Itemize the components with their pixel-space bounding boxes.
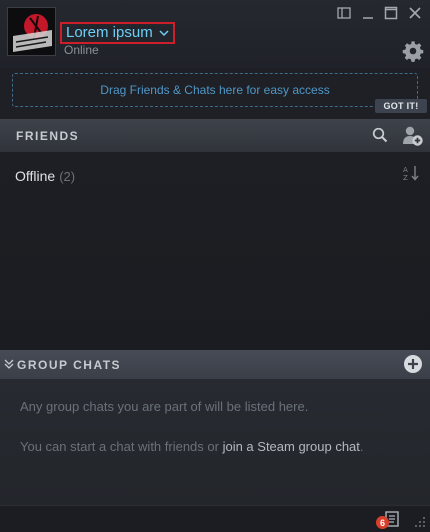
notification-count-badge[interactable]: 6 [376,516,389,529]
group-chats-empty-text: Any group chats you are part of will be … [20,399,309,414]
avatar-logo-image [8,8,55,55]
online-status: Online [64,43,99,57]
group-chats-hint: You can start a chat with friends or joi… [20,437,390,457]
hint-prefix: You can start a chat with friends or [20,439,223,454]
svg-text:Z: Z [403,174,408,182]
add-group-chat-icon[interactable] [403,354,423,374]
favorites-dropzone[interactable]: Drag Friends & Chats here for easy acces… [12,73,418,107]
group-chats-list: Any group chats you are part of will be … [0,379,430,505]
join-group-chat-link[interactable]: join a Steam group chat [223,439,360,454]
gear-icon[interactable] [402,40,424,62]
got-it-button[interactable]: GOT IT! [375,99,427,113]
offline-count: (2) [59,169,76,184]
maximize-icon[interactable] [383,5,399,21]
username-dropdown[interactable]: Lorem ipsum [60,22,175,44]
sort-icon[interactable]: A Z [402,164,422,182]
hint-suffix: . [359,439,364,454]
group-chats-section-header[interactable]: GROUP CHATS [0,350,430,379]
friends-section-header: FRIENDS [0,119,430,152]
chevron-down-icon [159,30,169,37]
search-icon[interactable] [372,127,388,143]
offline-group-header[interactable]: Offline (2) [15,168,75,184]
offline-label: Offline [15,168,56,184]
close-icon[interactable] [407,5,423,21]
friends-list: Offline (2) A Z [0,152,430,350]
add-friend-icon[interactable] [402,125,424,147]
friends-title: FRIENDS [16,129,80,143]
dropzone-text: Drag Friends & Chats here for easy acces… [100,83,330,97]
double-chevron-down-icon[interactable] [4,359,14,369]
profile-header: Lorem ipsum Online [0,0,430,68]
minimize-icon[interactable] [360,5,376,21]
svg-text:A: A [403,166,408,174]
group-chats-title: GROUP CHATS [17,358,122,372]
restore-layout-icon[interactable] [336,5,352,21]
username: Lorem ipsum [66,24,153,41]
resize-grip-icon[interactable] [414,516,426,528]
footer-bar: 6 [0,505,430,532]
avatar[interactable] [7,7,56,56]
